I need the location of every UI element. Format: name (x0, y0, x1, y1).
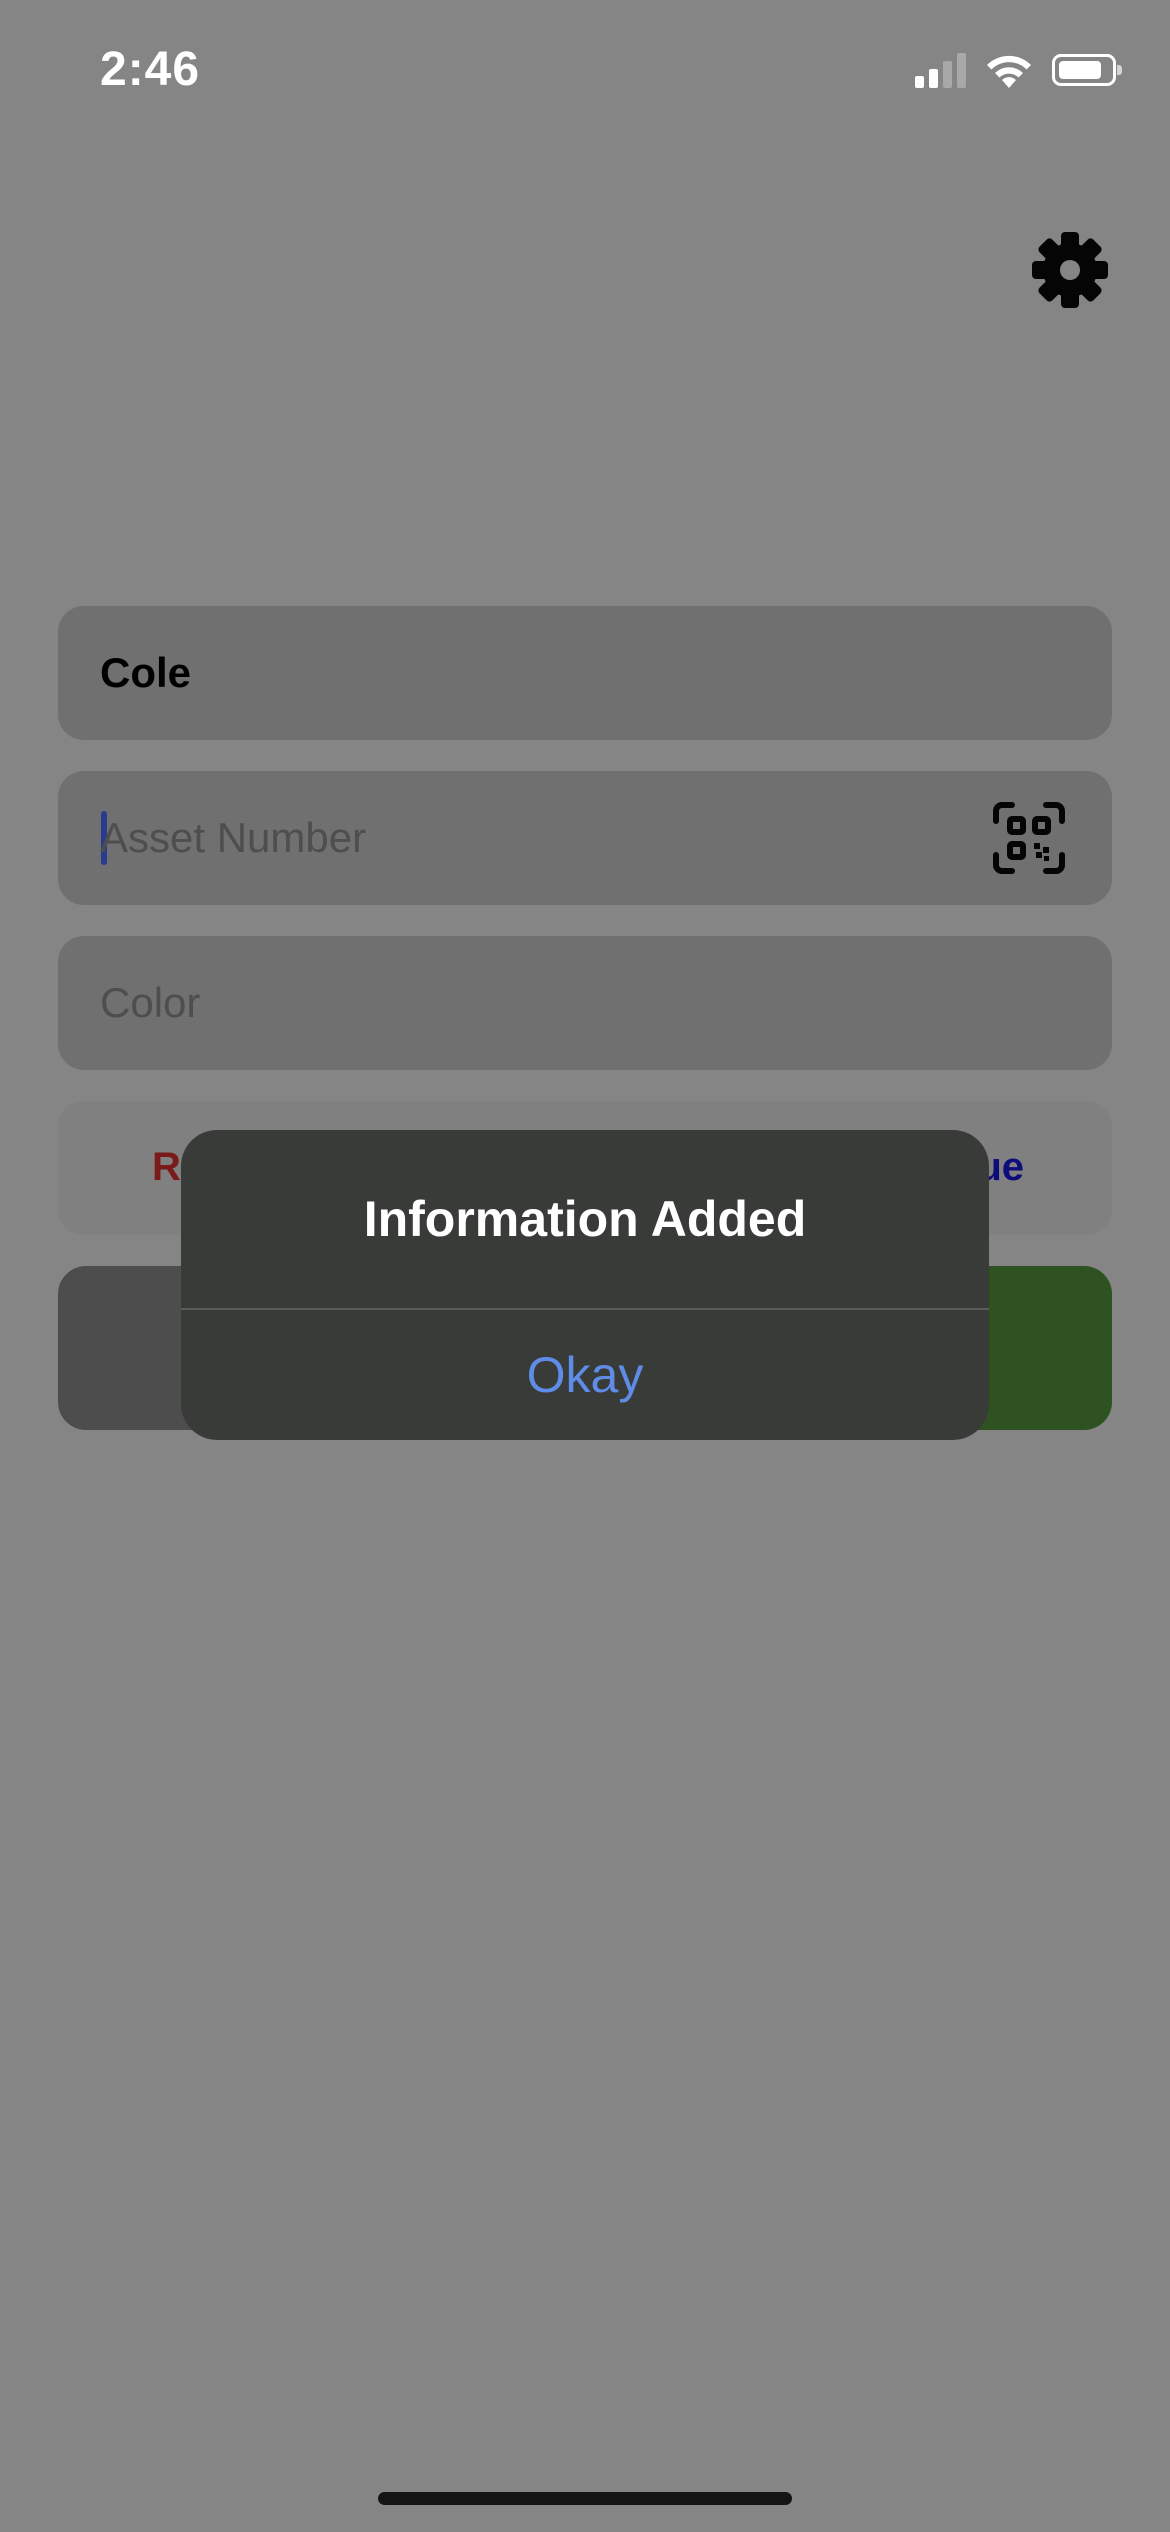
qr-code-icon (993, 802, 1065, 874)
color-field[interactable]: Color (58, 936, 1112, 1070)
alert-title: Information Added (363, 1191, 807, 1247)
alert-okay-button[interactable]: Okay (181, 1310, 989, 1440)
asset-number-field[interactable]: Asset Number (58, 771, 1112, 905)
gear-icon (1032, 232, 1108, 308)
name-field[interactable]: Cole (58, 606, 1112, 740)
color-placeholder: Color (100, 979, 201, 1026)
asset-number-placeholder: Asset Number (100, 814, 367, 861)
status-time: 2:46 (100, 43, 201, 96)
battery-icon (1052, 54, 1122, 86)
alert-dialog: Information Added Okay (181, 1130, 989, 1440)
wifi-icon (987, 55, 1031, 88)
home-indicator[interactable] (378, 2492, 792, 2505)
name-value: Cole (100, 649, 192, 696)
color-option-red[interactable]: R (152, 1145, 181, 1190)
qr-scan-button[interactable] (992, 801, 1066, 875)
cellular-signal-icon (915, 52, 966, 88)
settings-button[interactable] (1030, 230, 1110, 310)
status-icons (915, 52, 1122, 88)
status-bar: 2:46 (0, 0, 1170, 150)
